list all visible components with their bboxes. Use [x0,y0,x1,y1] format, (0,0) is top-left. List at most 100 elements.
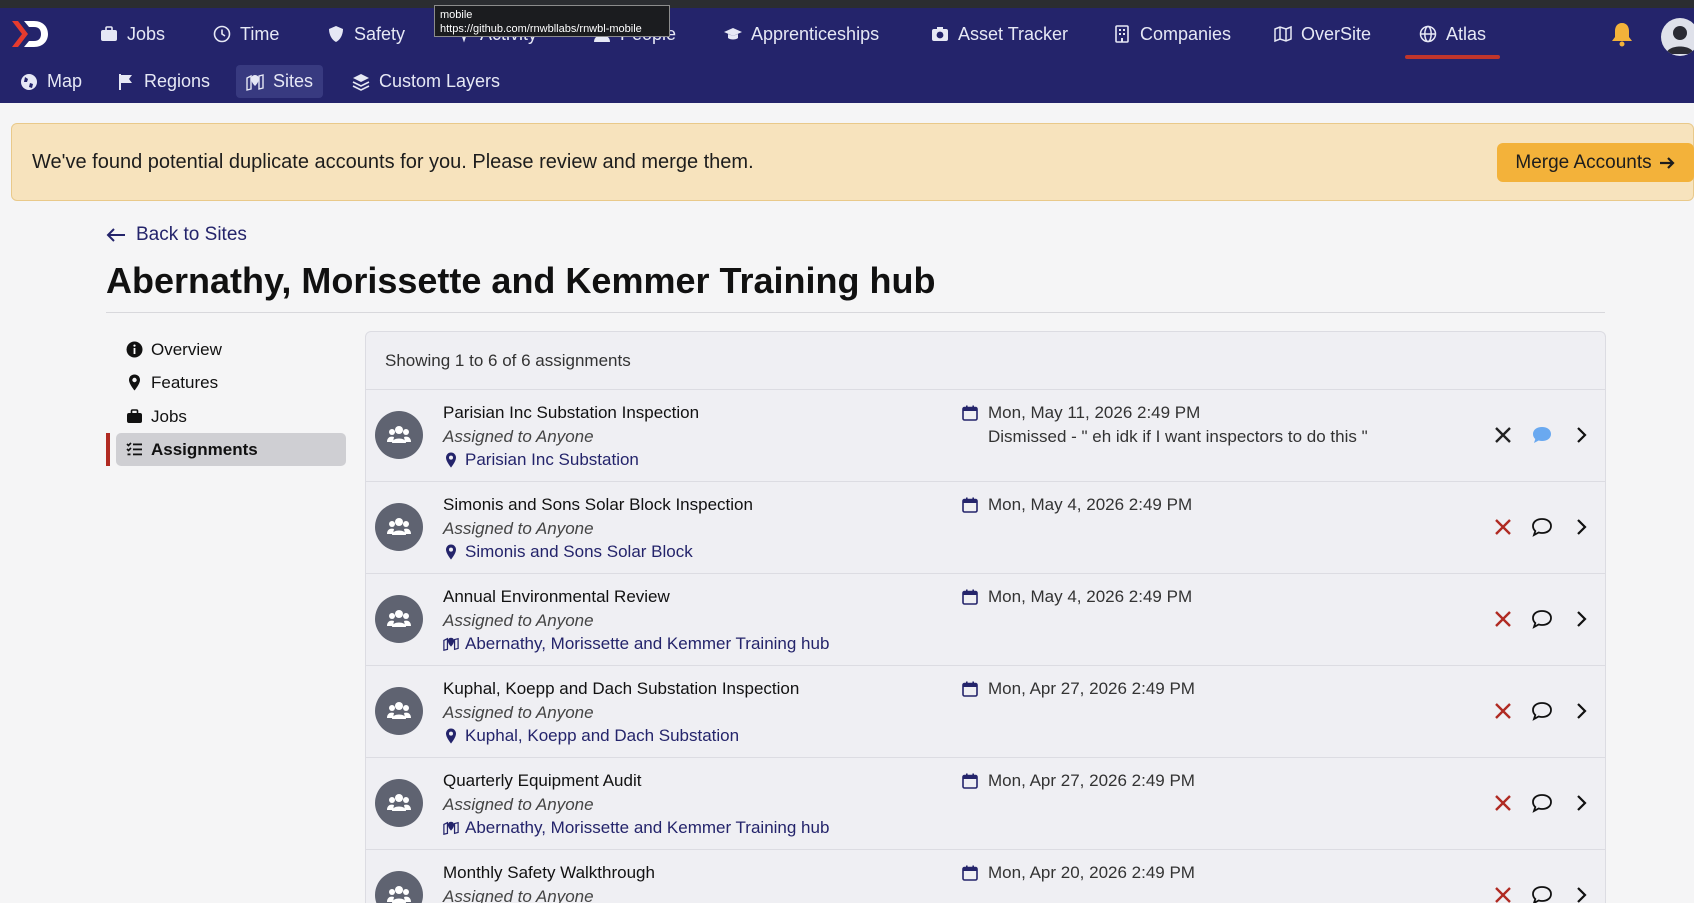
sidenav-label: Overview [151,339,222,359]
comments-button[interactable] [1529,698,1555,724]
nav-time[interactable]: Time [213,8,279,60]
dismiss-icon [1495,795,1511,811]
assignment-row[interactable]: Monthly Safety Walkthrough Assigned to An… [366,850,1605,903]
dismiss-button[interactable] [1490,422,1516,448]
users-icon [387,794,411,811]
map-marker-icon [446,544,456,560]
map-icon [1274,25,1292,43]
building-icon [1115,25,1129,43]
assignee-avatar [375,503,423,551]
assignment-row[interactable]: Kuphal, Koepp and Dach Substation Inspec… [366,666,1605,758]
assignment-location-link[interactable]: Simonis and Sons Solar Block [443,542,693,562]
assignment-title: Parisian Inc Substation Inspection [443,403,700,422]
location-label: Abernathy, Morissette and Kemmer Trainin… [465,634,830,653]
dismiss-icon [1495,519,1511,535]
subnav-regions[interactable]: Regions [107,65,220,98]
open-assignment-button[interactable] [1568,882,1594,903]
users-icon [387,610,411,627]
dismiss-button[interactable] [1490,698,1516,724]
assignment-title: Simonis and Sons Solar Block Inspection [443,495,753,514]
sidenav-overview[interactable]: Overview [116,333,346,366]
arrow-right-icon [1659,156,1675,169]
comments-button[interactable] [1529,422,1555,448]
assignee-avatar [375,411,423,459]
nav-label: Safety [354,23,406,44]
user-avatar[interactable] [1661,18,1694,56]
title-divider [106,312,1605,313]
sidenav-jobs[interactable]: Jobs [116,400,346,433]
tooltip-title: mobile [440,9,473,21]
chevron-right-icon [1577,611,1587,627]
comments-button[interactable] [1529,882,1555,903]
assignment-row[interactable]: Simonis and Sons Solar Block Inspection A… [366,482,1605,574]
briefcase-icon [101,26,117,41]
date-label: Mon, Apr 27, 2026 2:49 PM [988,771,1195,790]
date-label: Mon, Apr 27, 2026 2:49 PM [988,679,1195,698]
assignment-row[interactable]: Annual Environmental Review Assigned to A… [366,574,1605,666]
comment-icon [1532,702,1552,721]
back-to-sites-link[interactable]: Back to Sites [106,224,247,246]
sidenav-assignments[interactable]: Assignments [116,433,346,466]
dismiss-button[interactable] [1490,514,1516,540]
graduation-cap-icon [724,28,742,40]
nav-atlas[interactable]: Atlas [1419,8,1486,60]
assignment-location-link[interactable]: Parisian Inc Substation [443,450,639,470]
nav-oversite[interactable]: OverSite [1274,8,1371,60]
comments-button[interactable] [1529,514,1555,540]
nav-companies[interactable]: Companies [1113,8,1231,60]
calendar-icon [962,405,978,421]
assignment-row[interactable]: Quarterly Equipment Audit Assigned to Any… [366,758,1605,850]
date-label: Mon, May 4, 2026 2:49 PM [988,495,1193,514]
assignments-list: Parisian Inc Substation Inspection Assign… [366,390,1605,903]
user-icon [1666,26,1694,54]
dismiss-icon [1495,427,1511,443]
users-icon [387,886,411,903]
map-marker-icon [446,728,456,744]
nav-label: Jobs [127,23,166,44]
dismiss-icon [1495,887,1511,903]
open-assignment-button[interactable] [1568,790,1594,816]
dismiss-button[interactable] [1490,882,1516,903]
sidenav-label: Jobs [151,406,187,426]
dismiss-button[interactable] [1490,606,1516,632]
duplicate-accounts-banner: We've found potential duplicate accounts… [11,123,1694,201]
assignment-location-link[interactable]: Abernathy, Morissette and Kemmer Trainin… [443,818,829,838]
assignment-date: Mon, May 4, 2026 2:49 PM [962,495,1192,515]
chevron-right-icon [1577,703,1587,719]
open-assignment-button[interactable] [1568,514,1594,540]
comments-button[interactable] [1529,606,1555,632]
dismiss-button[interactable] [1490,790,1516,816]
nav-safety[interactable]: Safety [327,8,405,60]
subnav-label: Map [47,71,83,91]
nav-jobs[interactable]: Jobs [100,8,165,60]
open-assignment-button[interactable] [1568,698,1594,724]
merge-accounts-button[interactable]: Merge Accounts [1497,143,1694,182]
assignment-assignee: Assigned to Anyone [443,703,594,722]
assignment-assignee: Assigned to Anyone [443,795,594,814]
nav-apprenticeships[interactable]: Apprenticeships [724,8,879,60]
subnav-sites[interactable]: Sites [236,65,324,98]
comments-button[interactable] [1529,790,1555,816]
browser-tab-strip [0,0,1694,8]
assignment-location-link[interactable]: Kuphal, Koepp and Dach Substation [443,726,739,746]
assignment-row[interactable]: Parisian Inc Substation Inspection Assign… [366,390,1605,482]
nav-asset-tracker[interactable]: Asset Tracker [931,8,1068,60]
sidenav-features[interactable]: Features [116,366,346,399]
assignment-location-link[interactable]: Abernathy, Morissette and Kemmer Trainin… [443,634,829,654]
dismiss-icon [1495,611,1511,627]
open-assignment-button[interactable] [1568,422,1594,448]
rnwbl-logo-icon[interactable] [10,19,50,49]
location-label: Kuphal, Koepp and Dach Substation [465,726,740,745]
comment-filled-icon [1533,427,1551,443]
nav-label: Time [240,23,280,44]
open-assignment-button[interactable] [1568,606,1594,632]
assignment-title: Annual Environmental Review [443,587,670,606]
camera-icon [932,27,948,41]
assignments-panel: Showing 1 to 6 of 6 assignments Parisian… [365,331,1606,903]
assignment-date: Mon, May 4, 2026 2:49 PM [962,587,1192,607]
subnav-custom-layers[interactable]: Custom Layers [342,65,510,98]
bell-icon[interactable] [1608,20,1636,48]
subnav-map[interactable]: Map [10,65,92,98]
link-tooltip: mobile https://github.com/rnwbllabs/rnwb… [434,5,670,37]
calendar-icon [962,773,978,789]
